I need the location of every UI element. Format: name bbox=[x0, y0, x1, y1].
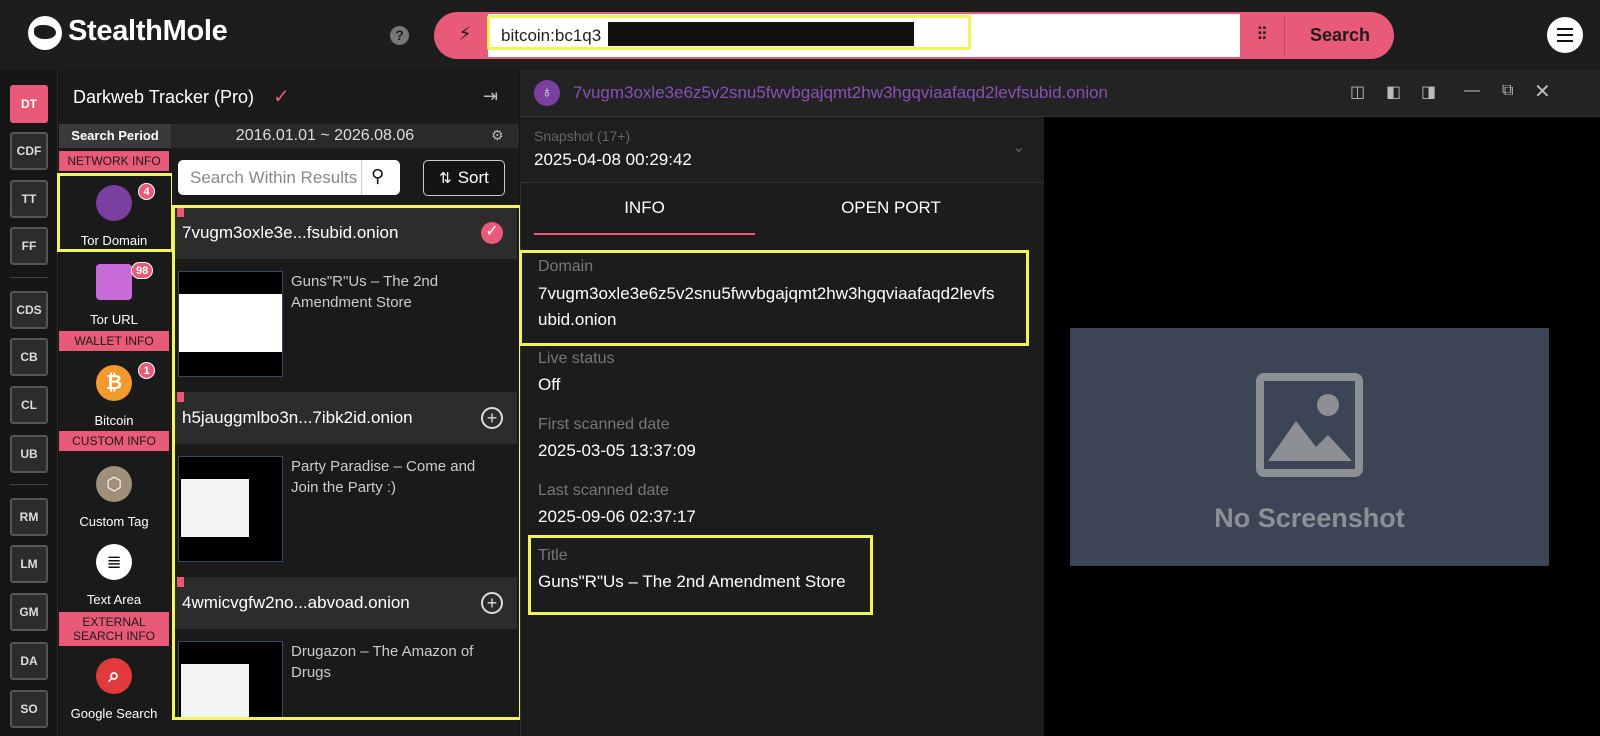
tor-url-icon bbox=[96, 264, 132, 300]
last-scanned-label: Last scanned date bbox=[538, 482, 669, 499]
no-screenshot-placeholder: No Screenshot bbox=[1070, 328, 1549, 566]
count-badge: 98 bbox=[131, 262, 154, 279]
detail-domain-title: 7vugm3oxle3e6z5v2snu5fwvbgajqmt2hw3hgqvi… bbox=[573, 83, 1108, 102]
rail-divider bbox=[10, 484, 48, 485]
search-divider bbox=[361, 160, 362, 195]
collapse-panel-icon[interactable]: ⇥ bbox=[483, 86, 498, 107]
last-scanned-value: 2025-09-06 02:37:17 bbox=[538, 507, 696, 526]
google-search-icon: ⌕ bbox=[96, 658, 132, 694]
layout-right-icon[interactable]: ◨ bbox=[1421, 82, 1436, 102]
search-period-range[interactable]: 2016.01.01 ~ 2026.08.06 bbox=[171, 124, 479, 148]
section-wallet-info: WALLET INFO bbox=[59, 331, 169, 351]
module-rail: DT CDF TT FF CDS CB CL UB RM LM GM DA SO bbox=[0, 70, 58, 736]
rail-dt-button[interactable]: DT bbox=[10, 85, 48, 123]
minimize-icon[interactable]: — bbox=[1464, 82, 1480, 100]
category-label: Google Search bbox=[70, 706, 158, 721]
results-search-input[interactable] bbox=[178, 160, 361, 195]
category-label: Text Area bbox=[86, 592, 142, 607]
category-google-search[interactable]: ⌕ Google Search bbox=[59, 648, 169, 726]
snapshot-label: Snapshot (17+) bbox=[534, 128, 631, 144]
checkmark-icon: ✓ bbox=[273, 86, 290, 108]
search-period-label: Search Period bbox=[59, 124, 171, 148]
tor-onion-icon: ♁ bbox=[534, 80, 560, 106]
rail-ff-button[interactable]: FF bbox=[10, 227, 48, 265]
rail-rm-button[interactable]: RM bbox=[10, 498, 48, 536]
filter-sliders-icon[interactable]: ⫶⫶ bbox=[1242, 24, 1282, 48]
layout-split-icon[interactable]: ◫ bbox=[1350, 82, 1365, 102]
rail-divider bbox=[10, 277, 48, 278]
panel-header: Darkweb Tracker (Pro) ✓ ⇥ bbox=[59, 70, 519, 124]
layout-left-icon[interactable]: ◧ bbox=[1386, 82, 1401, 102]
category-label: Tor URL bbox=[90, 312, 138, 327]
bitcoin-icon: ₿ bbox=[96, 365, 132, 401]
text-document-icon: ≣ bbox=[96, 544, 132, 580]
section-network-info: NETWORK INFO bbox=[59, 151, 169, 171]
detail-titlebar: ♁ 7vugm3oxle3e6z5v2snu5fwvbgajqmt2hw3hgq… bbox=[520, 70, 1600, 117]
stealthmole-logo-icon bbox=[28, 16, 62, 50]
close-icon[interactable]: ✕ bbox=[1534, 79, 1551, 104]
section-custom-info: CUSTOM INFO bbox=[59, 431, 169, 451]
chevron-down-icon: ⌄ bbox=[1012, 139, 1026, 156]
rail-cdf-button[interactable]: CDF bbox=[10, 132, 48, 170]
category-custom-tag[interactable]: ⬡ Custom Tag bbox=[59, 456, 169, 534]
first-scanned-label: First scanned date bbox=[538, 416, 670, 433]
highlight-box-results bbox=[172, 205, 522, 720]
top-header: StealthMole ? ⚡ ⫶⫶ Search bbox=[0, 0, 1600, 70]
category-label: Custom Tag bbox=[79, 514, 149, 529]
search-button[interactable]: Search bbox=[1286, 12, 1394, 59]
section-label-line: SEARCH INFO bbox=[72, 629, 155, 643]
highlight-box-domain bbox=[519, 250, 1029, 346]
category-label: Bitcoin bbox=[94, 413, 134, 428]
sort-button[interactable]: ⇅ Sort bbox=[423, 160, 505, 196]
restore-icon[interactable]: ⧉ bbox=[1502, 82, 1513, 100]
rail-cb-button[interactable]: CB bbox=[10, 338, 48, 376]
first-scanned-value: 2025-03-05 13:37:09 bbox=[538, 441, 696, 460]
live-status-value: Off bbox=[538, 375, 561, 394]
sort-label: Sort bbox=[457, 168, 489, 187]
active-tab-indicator bbox=[534, 233, 755, 235]
section-label-line: EXTERNAL bbox=[82, 615, 146, 629]
section-external-search-info: EXTERNAL SEARCH INFO bbox=[59, 612, 169, 646]
highlight-box-query bbox=[487, 15, 971, 50]
category-tor-url[interactable]: Tor URL bbox=[59, 254, 169, 332]
rail-lm-button[interactable]: LM bbox=[10, 545, 48, 583]
snapshot-dropdown[interactable]: Snapshot (17+) 2025-04-08 00:29:42 ⌄ bbox=[520, 117, 1044, 183]
search-period-bar: Search Period 2016.01.01 ~ 2026.08.06 ⚙ bbox=[59, 124, 519, 148]
count-badge: 1 bbox=[138, 362, 155, 379]
results-search-box: ⚲ bbox=[178, 160, 400, 195]
live-status-label: Live status bbox=[538, 350, 615, 367]
image-placeholder-icon bbox=[1256, 373, 1363, 477]
period-settings-icon[interactable]: ⚙ bbox=[491, 127, 504, 144]
sort-arrows-icon: ⇅ bbox=[439, 170, 452, 187]
help-icon[interactable]: ? bbox=[390, 26, 409, 45]
tab-open-port[interactable]: OPEN PORT bbox=[780, 183, 1002, 235]
no-screenshot-text: No Screenshot bbox=[1214, 503, 1405, 533]
search-divider bbox=[1284, 15, 1285, 56]
category-text-area[interactable]: ≣ Text Area bbox=[59, 534, 169, 612]
app-logo: StealthMole bbox=[68, 15, 228, 47]
rail-so-button[interactable]: SO bbox=[10, 690, 48, 728]
tag-icon: ⬡ bbox=[96, 466, 132, 502]
tab-info[interactable]: INFO bbox=[534, 183, 755, 235]
highlight-box-tor-domain bbox=[57, 173, 174, 252]
rail-tt-button[interactable]: TT bbox=[10, 180, 48, 218]
magnifier-icon[interactable]: ⚲ bbox=[371, 166, 384, 187]
snapshot-value: 2025-04-08 00:29:42 bbox=[534, 150, 692, 169]
rail-cl-button[interactable]: CL bbox=[10, 386, 48, 424]
rail-gm-button[interactable]: GM bbox=[10, 593, 48, 631]
hamburger-menu-icon[interactable] bbox=[1547, 17, 1583, 53]
lightning-icon[interactable]: ⚡ bbox=[454, 23, 476, 47]
highlight-box-title bbox=[528, 535, 873, 615]
rail-ub-button[interactable]: UB bbox=[10, 435, 48, 473]
panel-title: Darkweb Tracker (Pro) bbox=[73, 87, 255, 107]
rail-cds-button[interactable]: CDS bbox=[10, 291, 48, 329]
rail-da-button[interactable]: DA bbox=[10, 642, 48, 680]
